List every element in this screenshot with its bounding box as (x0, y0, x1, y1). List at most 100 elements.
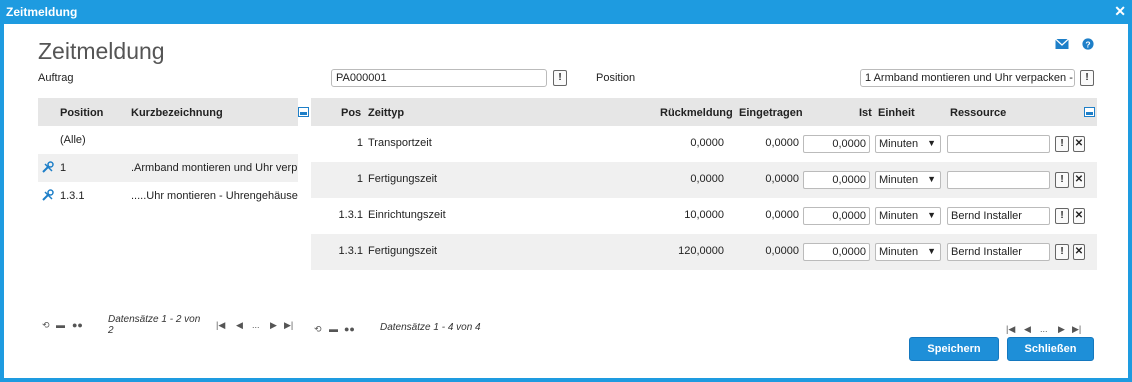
ressource-input[interactable] (947, 135, 1050, 153)
ressource-input[interactable]: Bernd Installer (947, 207, 1050, 225)
chevron-down-icon: ▼ (927, 138, 936, 148)
mail-icon[interactable] (1055, 38, 1069, 50)
cell-pos: 1.3.1 (338, 209, 363, 221)
settings-icon[interactable]: ●● (72, 320, 83, 330)
last-page-icon[interactable]: ▶| (284, 320, 293, 331)
ressource-lookup-button[interactable]: ! (1055, 244, 1069, 260)
col-ressource[interactable]: Ressource (950, 107, 1006, 119)
ist-input[interactable]: 0,0000 (803, 171, 870, 189)
col-rueckmeldung[interactable]: Rückmeldung (660, 107, 733, 119)
page-ellipsis: ... (252, 320, 260, 330)
dialog-content: Zeitmeldung ? Auftrag PA000001 ! Positio… (4, 24, 1128, 378)
refresh-icon[interactable]: ⟲ (42, 320, 50, 331)
cell-pos: 1 (356, 173, 363, 185)
auftrag-field[interactable]: PA000001 (331, 69, 547, 87)
ist-input[interactable]: 0,0000 (803, 135, 870, 153)
ist-input[interactable]: 0,0000 (803, 207, 870, 225)
ressource-lookup-button[interactable]: ! (1055, 172, 1069, 188)
close-button[interactable]: Schließen (1007, 337, 1094, 361)
einheit-value: Minuten (879, 246, 919, 258)
clear-button[interactable]: ✕ (1073, 208, 1085, 224)
clear-button[interactable]: ✕ (1073, 172, 1085, 188)
cell-zeittyp: Fertigungszeit (368, 173, 438, 185)
cell-pos: 1.3.1 (338, 245, 363, 257)
save-button[interactable]: Speichern (909, 337, 999, 361)
table-row[interactable]: 1 Transportzeit 0,0000 0,0000 0,0000 Min… (311, 126, 1097, 162)
chevron-down-icon: ▼ (927, 174, 936, 184)
auftrag-label: Auftrag (38, 72, 74, 84)
left-grid-header: Position Kurzbezeichnung (38, 98, 309, 126)
einheit-select[interactable]: Minuten ▼ (875, 207, 941, 225)
ressource-lookup-button[interactable]: ! (1055, 136, 1069, 152)
help-icon[interactable]: ? (1081, 38, 1095, 50)
tools-icon (42, 161, 54, 173)
table-row[interactable]: 1 Fertigungszeit 0,0000 0,0000 0,0000 Mi… (311, 162, 1097, 198)
cell-eingetragen: 0,0000 (765, 209, 799, 221)
col-zeittyp[interactable]: Zeittyp (368, 107, 404, 119)
einheit-value: Minuten (879, 174, 919, 186)
einheit-select[interactable]: Minuten ▼ (875, 171, 941, 189)
print-icon[interactable]: ▬ (56, 320, 65, 330)
prev-page-icon[interactable]: ◀ (236, 320, 243, 331)
tools-icon (42, 189, 54, 201)
list-item[interactable]: (Alle) (38, 126, 298, 154)
title-bar[interactable]: Zeitmeldung ✕ (0, 0, 1132, 24)
col-eingetragen[interactable]: Eingetragen (739, 107, 803, 119)
ressource-input[interactable] (947, 171, 1050, 189)
col-einheit[interactable]: Einheit (878, 107, 915, 119)
page-ellipsis: ... (1040, 324, 1048, 334)
svg-text:?: ? (1085, 39, 1090, 49)
position-lookup-button[interactable]: ! (1080, 70, 1094, 86)
dialog-window: Zeitmeldung ✕ Zeitmeldung ? Auftrag PA00… (0, 0, 1132, 382)
chevron-down-icon: ▼ (927, 246, 936, 256)
position-field[interactable]: 1 Armband montieren und Uhr verpacken - (860, 69, 1075, 87)
table-row[interactable]: 1.3.1 Einrichtungszeit 10,0000 0,0000 0,… (311, 198, 1097, 234)
print-icon[interactable]: ▬ (329, 324, 338, 334)
ist-input[interactable]: 0,0000 (803, 243, 870, 261)
table-row[interactable]: 1.3.1 Fertigungszeit 120,0000 0,0000 0,0… (311, 234, 1097, 270)
col-ist[interactable]: Ist (859, 107, 872, 119)
cell-eingetragen: 0,0000 (765, 245, 799, 257)
cell-pos: 1 (356, 137, 363, 149)
col-position[interactable]: Position (60, 107, 103, 119)
auftrag-lookup-button[interactable]: ! (553, 70, 567, 86)
clear-button[interactable]: ✕ (1073, 244, 1085, 260)
einheit-value: Minuten (879, 138, 919, 150)
next-page-icon[interactable]: ▶ (1058, 324, 1065, 335)
cell-zeittyp: Einrichtungszeit (368, 209, 446, 221)
list-item[interactable]: 1 .Armband montieren und Uhr verp (38, 154, 298, 182)
cell-eingetragen: 0,0000 (765, 173, 799, 185)
close-icon[interactable]: ✕ (1114, 3, 1126, 20)
row-position: 1 (60, 162, 67, 174)
row-position: (Alle) (60, 134, 86, 146)
prev-page-icon[interactable]: ◀ (1024, 324, 1031, 335)
export-icon[interactable] (1084, 107, 1095, 117)
col-kurzbezeichnung[interactable]: Kurzbezeichnung (131, 107, 223, 119)
cell-eingetragen: 0,0000 (765, 137, 799, 149)
list-item[interactable]: 1.3.1 .....Uhr montieren - Uhrengehäuse (38, 182, 298, 210)
ressource-lookup-button[interactable]: ! (1055, 208, 1069, 224)
refresh-icon[interactable]: ⟲ (314, 324, 322, 335)
settings-icon[interactable]: ●● (344, 324, 355, 334)
row-kurz: .....Uhr montieren - Uhrengehäuse (131, 190, 298, 202)
right-grid-header: Pos Zeittyp Rückmeldung Eingetragen Ist … (311, 98, 1097, 126)
left-pager-text: Datensätze 1 - 2 von 2 (108, 314, 201, 336)
first-page-icon[interactable]: |◀ (1006, 324, 1015, 335)
first-page-icon[interactable]: |◀ (216, 320, 225, 331)
einheit-select[interactable]: Minuten ▼ (875, 243, 941, 261)
row-position: 1.3.1 (60, 190, 85, 202)
cell-rueckmeldung: 0,0000 (690, 173, 724, 185)
cell-rueckmeldung: 0,0000 (690, 137, 724, 149)
cell-zeittyp: Transportzeit (368, 137, 432, 149)
cell-rueckmeldung: 10,0000 (684, 209, 724, 221)
cell-rueckmeldung: 120,0000 (678, 245, 724, 257)
ressource-input[interactable]: Bernd Installer (947, 243, 1050, 261)
clear-button[interactable]: ✕ (1073, 136, 1085, 152)
page-title: Zeitmeldung (38, 38, 165, 64)
next-page-icon[interactable]: ▶ (270, 320, 277, 331)
col-pos[interactable]: Pos (341, 107, 361, 119)
export-icon[interactable] (298, 107, 309, 117)
cell-zeittyp: Fertigungszeit (368, 245, 438, 257)
last-page-icon[interactable]: ▶| (1072, 324, 1081, 335)
einheit-select[interactable]: Minuten ▼ (875, 135, 941, 153)
